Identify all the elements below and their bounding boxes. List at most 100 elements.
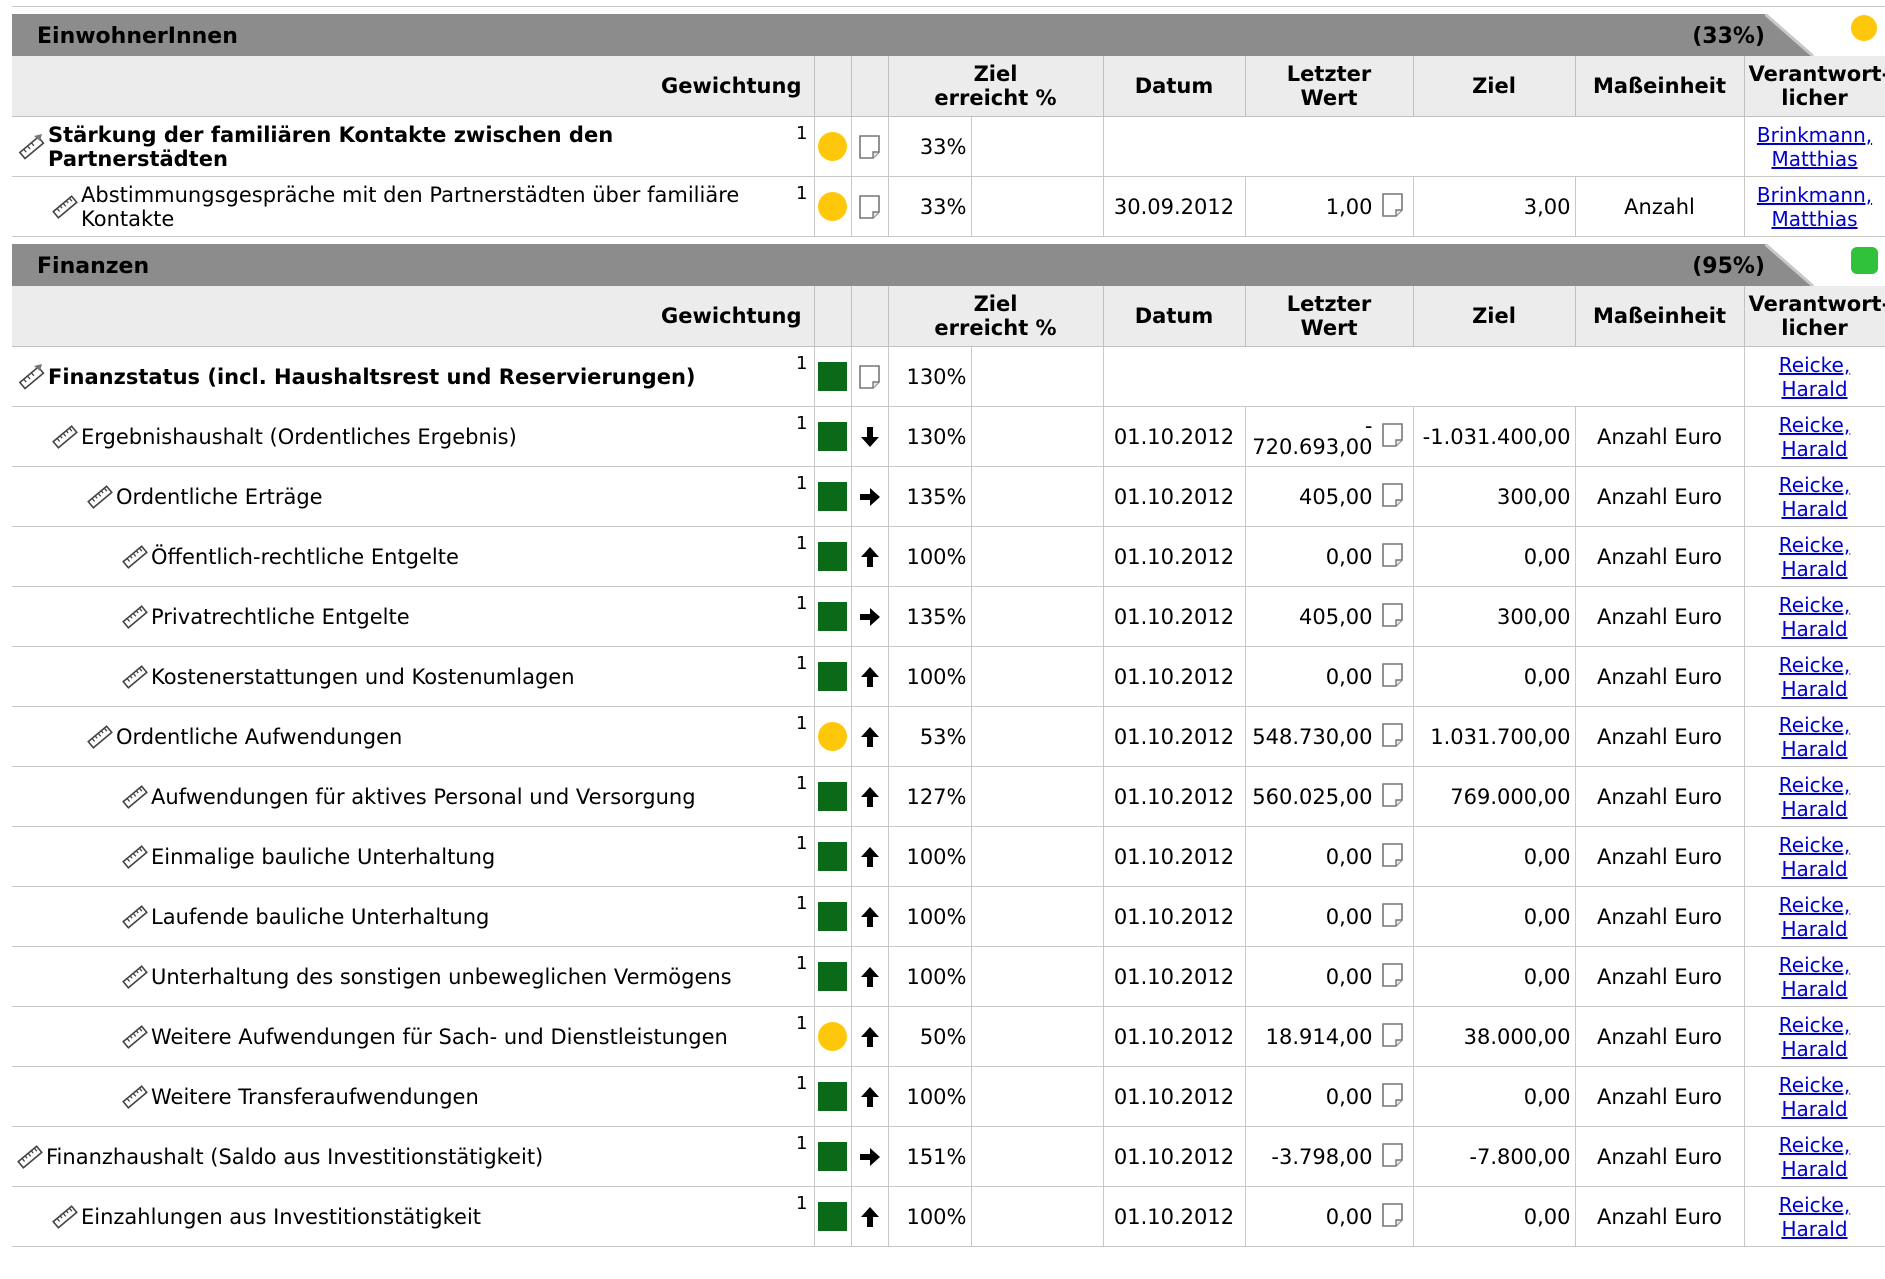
status-cell bbox=[814, 1006, 852, 1067]
datum-value: 01.10.2012 bbox=[1113, 784, 1235, 809]
goal-row[interactable]: Stärkung der familiären Kontakte zwische… bbox=[12, 116, 1885, 177]
note-icon[interactable] bbox=[858, 364, 882, 389]
note-icon[interactable] bbox=[1381, 602, 1405, 627]
trend-cell bbox=[851, 706, 889, 767]
note-icon[interactable] bbox=[1381, 902, 1405, 927]
datum-value: 01.10.2012 bbox=[1113, 1204, 1235, 1229]
measure-row[interactable]: Unterhaltung des sonstigen unbeweglichen… bbox=[12, 946, 1885, 1007]
note-icon[interactable] bbox=[1381, 1202, 1405, 1227]
responsible-person-link[interactable]: Reicke, Harald bbox=[1779, 593, 1850, 641]
masseinheit-value: Anzahl Euro bbox=[1597, 1144, 1722, 1169]
responsible-person-link[interactable]: Reicke, Harald bbox=[1779, 833, 1850, 881]
ziel-erreicht-value: 151% bbox=[906, 1144, 967, 1169]
measure-row[interactable]: Weitere Aufwendungen für Sach- und Diens… bbox=[12, 1006, 1885, 1067]
note-icon[interactable] bbox=[1381, 1142, 1405, 1167]
responsible-person-link[interactable]: Brinkmann, Matthias bbox=[1757, 183, 1872, 231]
measure-row[interactable]: Ordentliche Erträge 1 135% 01.10.2012 405,00… bbox=[12, 466, 1885, 527]
responsible-person-link[interactable]: Reicke, Harald bbox=[1779, 473, 1850, 521]
datum-cell: 01.10.2012 bbox=[1103, 406, 1246, 467]
letzter-wert-value: 0,00 bbox=[1325, 964, 1373, 989]
masseinheit-value: Anzahl Euro bbox=[1597, 604, 1722, 629]
note-icon[interactable] bbox=[1381, 662, 1405, 687]
ziel-value: 769.000,00 bbox=[1450, 784, 1571, 809]
spacer-cell bbox=[971, 1006, 1104, 1067]
responsible-person-link[interactable]: Reicke, Harald bbox=[1779, 353, 1850, 401]
verantwortlicher-cell: Reicke, Harald bbox=[1744, 586, 1885, 647]
responsible-person-link[interactable]: Reicke, Harald bbox=[1779, 893, 1850, 941]
measure-row[interactable]: Einmalige bauliche Unterhaltung 1 100% 01.1… bbox=[12, 826, 1885, 887]
verantwortlicher-cell: Reicke, Harald bbox=[1744, 706, 1885, 767]
note-icon[interactable] bbox=[858, 134, 882, 159]
measure-row[interactable]: Aufwendungen für aktives Personal und Ve… bbox=[12, 766, 1885, 827]
datum-value: 01.10.2012 bbox=[1113, 424, 1235, 449]
verantwortlicher-cell: Reicke, Harald bbox=[1744, 406, 1885, 467]
responsible-person-link[interactable]: Reicke, Harald bbox=[1779, 953, 1850, 1001]
note-icon[interactable] bbox=[858, 194, 882, 219]
responsible-person-link[interactable]: Reicke, Harald bbox=[1779, 773, 1850, 821]
masseinheit-cell: Anzahl bbox=[1575, 176, 1745, 237]
responsible-person-link[interactable]: Reicke, Harald bbox=[1779, 713, 1850, 761]
note-icon[interactable] bbox=[1381, 482, 1405, 507]
note-icon[interactable] bbox=[1381, 782, 1405, 807]
datum-value: 30.09.2012 bbox=[1113, 194, 1235, 219]
col-letzter-wert-line2: Wert bbox=[1300, 86, 1358, 110]
measure-row[interactable]: Finanzhaushalt (Saldo aus Investitionstä… bbox=[12, 1126, 1885, 1187]
note-icon[interactable] bbox=[1381, 1082, 1405, 1107]
note-icon[interactable] bbox=[1381, 962, 1405, 987]
note-icon[interactable] bbox=[1381, 842, 1405, 867]
row-name-cell: Finanzhaushalt (Saldo aus Investitionstä… bbox=[12, 1126, 815, 1187]
responsible-person-link[interactable]: Reicke, Harald bbox=[1779, 1193, 1850, 1241]
col-letzter-wert: Letzter Wert bbox=[1245, 286, 1414, 347]
verantwortlicher-cell: Reicke, Harald bbox=[1744, 526, 1885, 587]
kpi-table: Gewichtung Ziel erreicht % Datum Letzter Wert… bbox=[12, 56, 1885, 237]
col-ziel-label: Ziel bbox=[1472, 74, 1516, 98]
ziel-cell: -1.031.400,00 bbox=[1413, 406, 1576, 467]
responsible-person-link[interactable]: Reicke, Harald bbox=[1779, 1013, 1850, 1061]
measure-row[interactable]: Ordentliche Aufwendungen 1 53% 01.10.2012 54… bbox=[12, 706, 1885, 767]
responsible-first-name: Harald bbox=[1781, 436, 1848, 461]
masseinheit-value: Anzahl Euro bbox=[1597, 664, 1722, 689]
measure-icon bbox=[86, 483, 114, 511]
goal-row[interactable]: Finanzstatus (incl. Haushaltsrest und Re… bbox=[12, 346, 1885, 407]
ziel-erreicht-cell: 53% bbox=[888, 706, 972, 767]
measure-row[interactable]: Ergebnishaushalt (Ordentliches Ergebnis)… bbox=[12, 406, 1885, 467]
ziel-erreicht-value: 100% bbox=[906, 964, 967, 989]
note-icon[interactable] bbox=[1381, 542, 1405, 567]
datum-cell: 01.10.2012 bbox=[1103, 826, 1246, 887]
col-datum-label: Datum bbox=[1134, 74, 1214, 98]
responsible-person-link[interactable]: Reicke, Harald bbox=[1779, 1073, 1850, 1121]
responsible-person-link[interactable]: Reicke, Harald bbox=[1779, 653, 1850, 701]
note-icon[interactable] bbox=[1381, 722, 1405, 747]
trend-cell bbox=[851, 766, 889, 827]
responsible-person-link[interactable]: Reicke, Harald bbox=[1779, 1133, 1850, 1181]
ziel-erreicht-cell: 100% bbox=[888, 646, 972, 707]
measure-row[interactable]: Weitere Transferaufwendungen 1 100% 01.10.2… bbox=[12, 1066, 1885, 1127]
note-icon[interactable] bbox=[1381, 1022, 1405, 1047]
measure-row[interactable]: Einzahlungen aus Investitionstätigkeit 1 1… bbox=[12, 1186, 1885, 1247]
status-cell bbox=[814, 1066, 852, 1127]
masseinheit-cell: Anzahl Euro bbox=[1575, 946, 1745, 1007]
trend-right-icon bbox=[859, 604, 881, 628]
responsible-person-link[interactable]: Brinkmann, Matthias bbox=[1757, 123, 1872, 171]
note-icon[interactable] bbox=[1381, 192, 1405, 217]
status-yellow-icon bbox=[818, 132, 847, 161]
verantwortlicher-cell: Reicke, Harald bbox=[1744, 1066, 1885, 1127]
measure-row[interactable]: Abstimmungsgespräche mit den Partnerstäd… bbox=[12, 176, 1885, 237]
measure-row[interactable]: Laufende bauliche Unterhaltung 1 100% 01.10… bbox=[12, 886, 1885, 947]
masseinheit-cell: Anzahl Euro bbox=[1575, 766, 1745, 827]
masseinheit-value: Anzahl Euro bbox=[1597, 1204, 1722, 1229]
ziel-value: -7.800,00 bbox=[1469, 1144, 1571, 1169]
measure-row[interactable]: Öffentlich-rechtliche Entgelte 1 100% 01.10… bbox=[12, 526, 1885, 587]
masseinheit-cell: Anzahl Euro bbox=[1575, 406, 1745, 467]
trend-cell bbox=[851, 346, 889, 407]
measure-row[interactable]: Kostenerstattungen und Kostenumlagen 1 100… bbox=[12, 646, 1885, 707]
responsible-person-link[interactable]: Reicke, Harald bbox=[1779, 413, 1850, 461]
section-title: EinwohnerInnen bbox=[37, 24, 238, 49]
col-ziel: Ziel bbox=[1413, 286, 1576, 347]
note-icon[interactable] bbox=[1381, 422, 1405, 447]
responsible-first-name: Harald bbox=[1781, 976, 1848, 1001]
responsible-person-link[interactable]: Reicke, Harald bbox=[1779, 533, 1850, 581]
measure-row[interactable]: Privatrechtliche Entgelte 1 135% 01.10.2012… bbox=[12, 586, 1885, 647]
spacer-cell bbox=[971, 406, 1104, 467]
empty-span bbox=[1103, 116, 1745, 177]
